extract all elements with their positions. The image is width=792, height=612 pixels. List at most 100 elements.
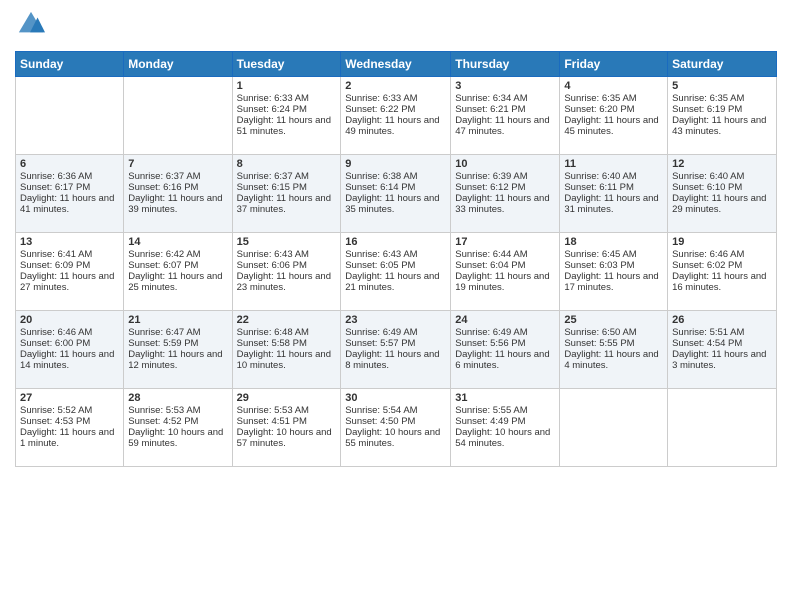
day-number: 21 xyxy=(128,314,227,326)
sunrise-text: Sunrise: 6:48 AM xyxy=(237,327,309,338)
day-number: 7 xyxy=(128,158,227,170)
daylight-text: Daylight: 11 hours and 25 minutes. xyxy=(128,271,222,293)
sunset-text: Sunset: 6:06 PM xyxy=(237,260,307,271)
day-number: 2 xyxy=(345,80,446,92)
day-number: 4 xyxy=(564,80,663,92)
sunset-text: Sunset: 4:53 PM xyxy=(20,416,90,427)
day-number: 22 xyxy=(237,314,337,326)
calendar-cell: 10Sunrise: 6:39 AMSunset: 6:12 PMDayligh… xyxy=(451,155,560,233)
daylight-text: Daylight: 11 hours and 16 minutes. xyxy=(672,271,766,293)
calendar-cell: 18Sunrise: 6:45 AMSunset: 6:03 PMDayligh… xyxy=(560,233,668,311)
daylight-text: Daylight: 11 hours and 49 minutes. xyxy=(345,115,439,137)
day-number: 1 xyxy=(237,80,337,92)
calendar-week-row: 1Sunrise: 6:33 AMSunset: 6:24 PMDaylight… xyxy=(16,77,777,155)
calendar-cell xyxy=(668,389,777,467)
daylight-text: Daylight: 11 hours and 45 minutes. xyxy=(564,115,658,137)
sunset-text: Sunset: 6:24 PM xyxy=(237,104,307,115)
sunset-text: Sunset: 6:12 PM xyxy=(455,182,525,193)
day-number: 29 xyxy=(237,392,337,404)
daylight-text: Daylight: 11 hours and 6 minutes. xyxy=(455,349,549,371)
day-number: 3 xyxy=(455,80,555,92)
calendar-cell xyxy=(560,389,668,467)
day-number: 18 xyxy=(564,236,663,248)
daylight-text: Daylight: 11 hours and 47 minutes. xyxy=(455,115,549,137)
calendar-week-row: 6Sunrise: 6:36 AMSunset: 6:17 PMDaylight… xyxy=(16,155,777,233)
sunset-text: Sunset: 6:03 PM xyxy=(564,260,634,271)
sunrise-text: Sunrise: 6:39 AM xyxy=(455,171,527,182)
sunset-text: Sunset: 6:00 PM xyxy=(20,338,90,349)
daylight-text: Daylight: 11 hours and 27 minutes. xyxy=(20,271,114,293)
calendar-cell: 29Sunrise: 5:53 AMSunset: 4:51 PMDayligh… xyxy=(232,389,341,467)
daylight-text: Daylight: 10 hours and 59 minutes. xyxy=(128,427,223,449)
sunrise-text: Sunrise: 6:49 AM xyxy=(455,327,527,338)
sunset-text: Sunset: 6:16 PM xyxy=(128,182,198,193)
day-number: 15 xyxy=(237,236,337,248)
sunset-text: Sunset: 4:50 PM xyxy=(345,416,415,427)
daylight-text: Daylight: 10 hours and 54 minutes. xyxy=(455,427,550,449)
calendar-cell: 22Sunrise: 6:48 AMSunset: 5:58 PMDayligh… xyxy=(232,311,341,389)
day-number: 24 xyxy=(455,314,555,326)
sunrise-text: Sunrise: 6:37 AM xyxy=(128,171,200,182)
daylight-text: Daylight: 11 hours and 17 minutes. xyxy=(564,271,658,293)
daylight-text: Daylight: 11 hours and 23 minutes. xyxy=(237,271,331,293)
calendar-cell: 2Sunrise: 6:33 AMSunset: 6:22 PMDaylight… xyxy=(341,77,451,155)
calendar-cell: 7Sunrise: 6:37 AMSunset: 6:16 PMDaylight… xyxy=(124,155,232,233)
day-number: 8 xyxy=(237,158,337,170)
daylight-text: Daylight: 11 hours and 14 minutes. xyxy=(20,349,114,371)
day-number: 31 xyxy=(455,392,555,404)
day-number: 28 xyxy=(128,392,227,404)
sunset-text: Sunset: 6:22 PM xyxy=(345,104,415,115)
sunset-text: Sunset: 5:56 PM xyxy=(455,338,525,349)
sunset-text: Sunset: 5:59 PM xyxy=(128,338,198,349)
sunset-text: Sunset: 6:02 PM xyxy=(672,260,742,271)
day-header-wednesday: Wednesday xyxy=(341,52,451,77)
calendar-cell: 19Sunrise: 6:46 AMSunset: 6:02 PMDayligh… xyxy=(668,233,777,311)
day-number: 12 xyxy=(672,158,772,170)
calendar-week-row: 13Sunrise: 6:41 AMSunset: 6:09 PMDayligh… xyxy=(16,233,777,311)
calendar-cell: 17Sunrise: 6:44 AMSunset: 6:04 PMDayligh… xyxy=(451,233,560,311)
sunrise-text: Sunrise: 6:46 AM xyxy=(20,327,92,338)
day-number: 23 xyxy=(345,314,446,326)
sunrise-text: Sunrise: 5:52 AM xyxy=(20,405,92,416)
sunset-text: Sunset: 6:09 PM xyxy=(20,260,90,271)
calendar-cell: 28Sunrise: 5:53 AMSunset: 4:52 PMDayligh… xyxy=(124,389,232,467)
sunrise-text: Sunrise: 5:54 AM xyxy=(345,405,417,416)
sunset-text: Sunset: 4:49 PM xyxy=(455,416,525,427)
day-number: 25 xyxy=(564,314,663,326)
sunrise-text: Sunrise: 6:43 AM xyxy=(345,249,417,260)
day-number: 17 xyxy=(455,236,555,248)
calendar-cell: 11Sunrise: 6:40 AMSunset: 6:11 PMDayligh… xyxy=(560,155,668,233)
calendar-page: SundayMondayTuesdayWednesdayThursdayFrid… xyxy=(0,0,792,612)
day-number: 20 xyxy=(20,314,119,326)
sunrise-text: Sunrise: 5:51 AM xyxy=(672,327,744,338)
sunrise-text: Sunrise: 6:45 AM xyxy=(564,249,636,260)
daylight-text: Daylight: 11 hours and 3 minutes. xyxy=(672,349,766,371)
daylight-text: Daylight: 10 hours and 55 minutes. xyxy=(345,427,440,449)
day-number: 13 xyxy=(20,236,119,248)
sunrise-text: Sunrise: 6:40 AM xyxy=(672,171,744,182)
day-header-thursday: Thursday xyxy=(451,52,560,77)
calendar-cell: 23Sunrise: 6:49 AMSunset: 5:57 PMDayligh… xyxy=(341,311,451,389)
sunset-text: Sunset: 6:10 PM xyxy=(672,182,742,193)
calendar-cell xyxy=(124,77,232,155)
day-number: 14 xyxy=(128,236,227,248)
day-header-tuesday: Tuesday xyxy=(232,52,341,77)
calendar-week-row: 20Sunrise: 6:46 AMSunset: 6:00 PMDayligh… xyxy=(16,311,777,389)
sunrise-text: Sunrise: 6:42 AM xyxy=(128,249,200,260)
calendar-cell: 27Sunrise: 5:52 AMSunset: 4:53 PMDayligh… xyxy=(16,389,124,467)
sunset-text: Sunset: 6:14 PM xyxy=(345,182,415,193)
sunrise-text: Sunrise: 6:43 AM xyxy=(237,249,309,260)
calendar-table: SundayMondayTuesdayWednesdayThursdayFrid… xyxy=(15,51,777,467)
day-number: 26 xyxy=(672,314,772,326)
daylight-text: Daylight: 11 hours and 4 minutes. xyxy=(564,349,658,371)
daylight-text: Daylight: 10 hours and 57 minutes. xyxy=(237,427,332,449)
day-number: 5 xyxy=(672,80,772,92)
sunrise-text: Sunrise: 6:37 AM xyxy=(237,171,309,182)
sunrise-text: Sunrise: 5:53 AM xyxy=(237,405,309,416)
daylight-text: Daylight: 11 hours and 39 minutes. xyxy=(128,193,222,215)
calendar-cell: 4Sunrise: 6:35 AMSunset: 6:20 PMDaylight… xyxy=(560,77,668,155)
calendar-week-row: 27Sunrise: 5:52 AMSunset: 4:53 PMDayligh… xyxy=(16,389,777,467)
calendar-cell: 3Sunrise: 6:34 AMSunset: 6:21 PMDaylight… xyxy=(451,77,560,155)
calendar-cell: 16Sunrise: 6:43 AMSunset: 6:05 PMDayligh… xyxy=(341,233,451,311)
calendar-cell: 26Sunrise: 5:51 AMSunset: 4:54 PMDayligh… xyxy=(668,311,777,389)
